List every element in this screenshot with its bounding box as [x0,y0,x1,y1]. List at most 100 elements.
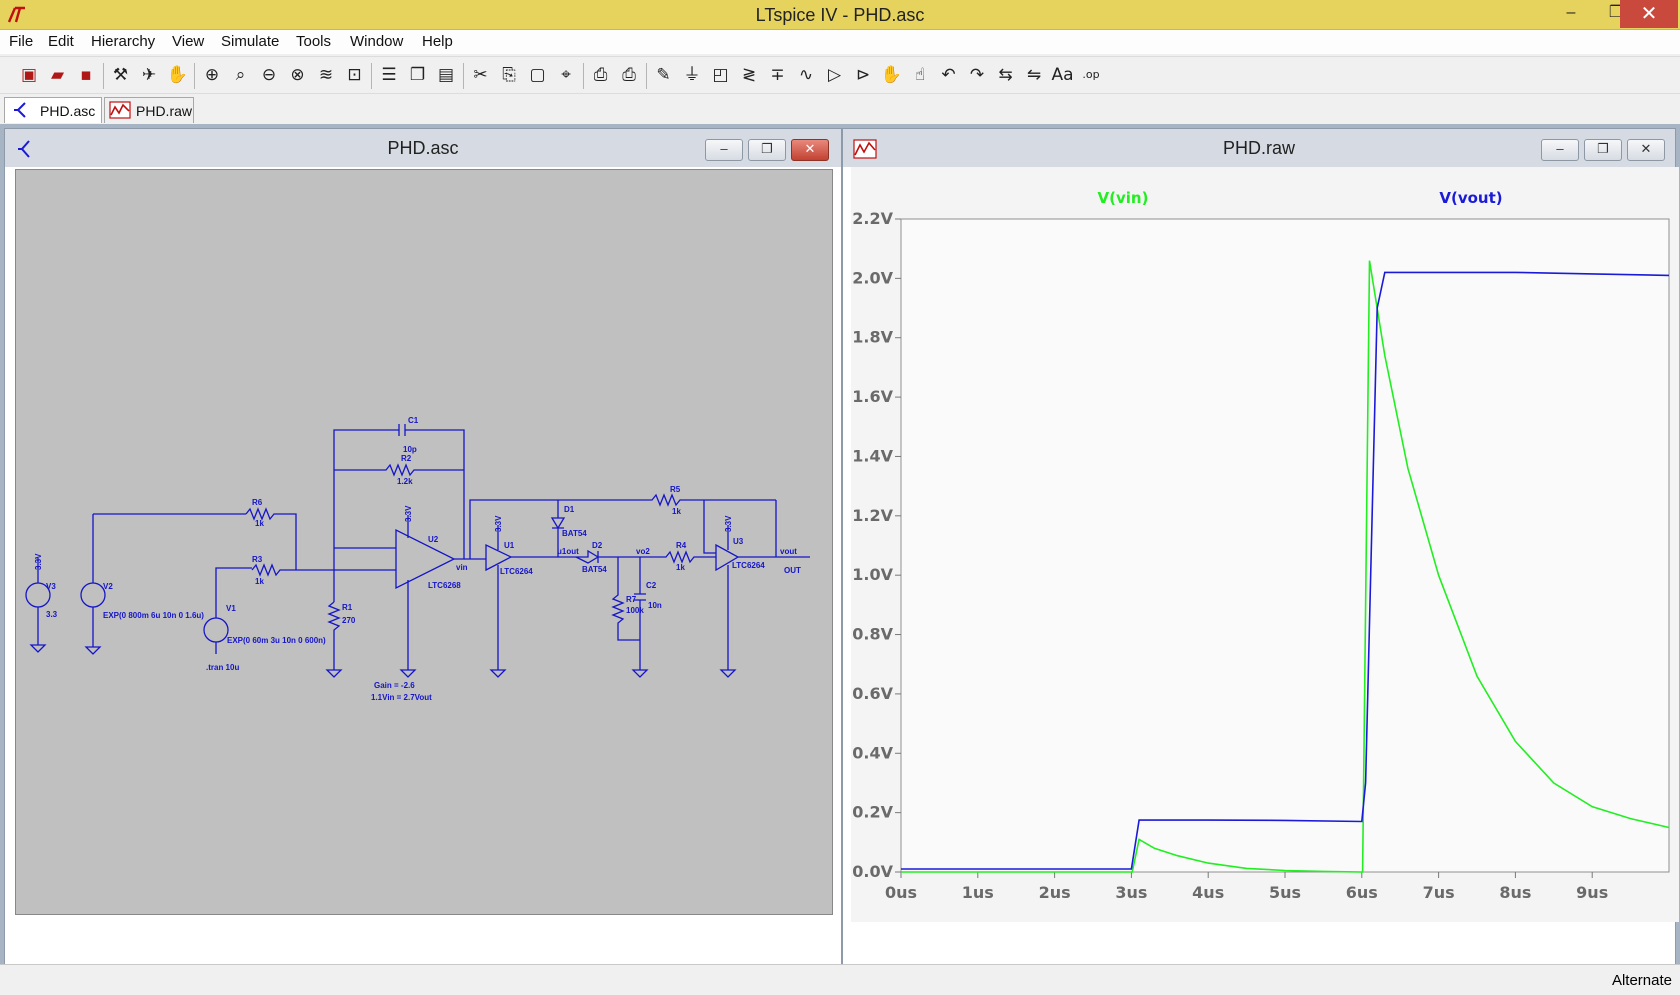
wire-icon[interactable]: ✎ [651,62,677,88]
tile-vertical-icon[interactable]: ▤ [433,62,459,88]
x-tick-label: 1us [962,883,994,902]
move-icon[interactable]: ✋ [879,62,905,88]
run-icon[interactable]: ✈ [136,62,162,88]
waveform-minimize-button[interactable]: – [1541,139,1579,161]
menu-tools[interactable]: Tools [296,33,331,50]
schematic-canvas[interactable]: C1 10p R2 1.2k R6 1k R3 1k R5 1k R1 270 … [15,169,833,915]
schematic-restore-button[interactable]: ❐ [748,139,786,161]
component-icon[interactable]: ⊳ [850,62,876,88]
waveform-chart[interactable]: 0.0V 0.2V 0.4V 0.6V 0.8V 1.0V 1.2V 1.4V 1.6V 1.8V… [851,167,1679,922]
tab-label: PHD.asc [40,103,96,119]
toolbar-separator [194,63,195,89]
spice-directive-icon[interactable]: .op [1078,62,1104,88]
minimize-window-button[interactable]: – [1550,0,1592,26]
label-v1: V1 [226,604,236,613]
menu-help[interactable]: Help [422,33,453,50]
tab-phd-raw[interactable]: PHD.raw [104,97,194,123]
label-v3: V3 [46,582,56,591]
wire[interactable] [454,548,465,560]
menu-file[interactable]: File [9,33,33,50]
copy-icon[interactable]: ⎘ [496,62,522,88]
rotate-icon[interactable]: ⇆ [993,62,1019,88]
plot-frame [900,218,1670,873]
label-d1-value: BAT54 [562,529,587,538]
text-icon[interactable]: Aa [1050,62,1076,88]
schematic-window-caption[interactable]: PHD.asc – ❐ ✕ [5,129,841,167]
close-window-button[interactable]: ✕ [1620,0,1678,28]
diode-d2[interactable] [575,549,639,564]
halt-icon[interactable]: ✋ [165,62,191,88]
undo-icon[interactable]: ↶ [936,62,962,88]
find-icon[interactable]: ⌖ [553,62,579,88]
schematic-close-button[interactable]: ✕ [791,139,829,161]
zoom-out-icon[interactable]: ⊖ [256,62,282,88]
label-r7-value: 100k [626,606,644,615]
open-icon[interactable]: ▰ [45,62,71,88]
redo-icon[interactable]: ↷ [964,62,990,88]
resistor-r2[interactable] [334,463,464,477]
mirror-icon[interactable]: ⇋ [1021,62,1047,88]
label-v3-value: 3.3 [46,610,58,619]
control-panel-icon[interactable]: ⚒ [108,62,134,88]
legend-vvout[interactable]: V(vout) [1439,189,1502,207]
label-net-icon[interactable]: ◰ [708,62,734,88]
net-label-u1out: u1out [557,547,579,556]
tile-horizontal-icon[interactable]: ☰ [376,62,402,88]
zoom-pan-icon[interactable]: ⌕ [228,62,254,88]
legend-vvin[interactable]: V(vin) [1098,189,1149,207]
tran-directive[interactable]: .tran 10u [206,663,239,672]
wire[interactable] [333,429,465,548]
resistor-r6[interactable] [245,507,278,521]
cascade-icon[interactable]: ❐ [405,62,431,88]
diode-icon[interactable]: ▷ [822,62,848,88]
ground-icon[interactable]: ⏚ [679,62,705,88]
ground-symbol [325,669,343,678]
net-label-vout: vout [780,547,797,556]
zoom-in-icon[interactable]: ⊕ [199,62,225,88]
print-setup-icon[interactable]: ⎙ [588,62,614,88]
cut-icon[interactable]: ✂ [468,62,494,88]
menu-edit[interactable]: Edit [48,33,74,50]
print-icon[interactable]: ⎙ [616,62,642,88]
capacitor-icon[interactable]: ∓ [765,62,791,88]
voltage-source-v2[interactable] [80,582,106,608]
waveform-window-caption[interactable]: PHD.raw – ❐ ✕ [843,129,1675,167]
window-title: LTspice IV - PHD.asc [755,5,925,25]
menu-bar: File Edit Hierarchy View Simulate Tools … [0,30,1680,54]
voltage-source-v1[interactable] [203,617,229,643]
opamp-u2[interactable] [395,528,456,590]
label-r5-value: 1k [672,507,681,516]
y-tick-label: 0.4V [852,743,893,762]
menu-hierarchy[interactable]: Hierarchy [91,33,155,50]
label-supply-u1: 3.3V [494,515,503,532]
resistor-icon[interactable]: ≷ [736,62,762,88]
schematic-drawing[interactable]: C1 10p R2 1.2k R6 1k R3 1k R5 1k R1 270 … [16,170,834,916]
schematic-minimize-button[interactable]: – [705,139,743,161]
capacitor-c1[interactable] [398,424,406,436]
resistor-r3[interactable] [251,563,296,577]
inductor-icon[interactable]: ∿ [793,62,819,88]
new-schematic-icon[interactable]: ▣ [16,62,42,88]
status-bar: Alternate [0,964,1680,995]
wire[interactable] [93,513,297,570]
label-u2: U2 [428,535,439,544]
resistor-r1[interactable] [327,601,341,670]
label-r2-value: 1.2k [397,477,413,486]
label-d2: D2 [592,541,603,550]
menu-view[interactable]: View [172,33,204,50]
paste-icon[interactable]: ▢ [525,62,551,88]
toolbar-separator [645,63,647,89]
y-tick-label: 0.8V [852,625,893,644]
waveform-plot-pane[interactable]: 0.0V 0.2V 0.4V 0.6V 0.8V 1.0V 1.2V 1.4V 1.6V 1.8V… [851,167,1679,922]
autorange-icon[interactable]: ≋ [313,62,339,88]
waveform-restore-button[interactable]: ❐ [1584,139,1622,161]
tab-phd-asc[interactable]: PHD.asc [4,97,102,123]
menu-simulate[interactable]: Simulate [221,33,279,50]
menu-window[interactable]: Window [350,33,403,50]
save-icon[interactable]: ▪ [73,62,99,88]
label-r1-value: 270 [342,616,356,625]
waveform-close-button[interactable]: ✕ [1627,139,1665,161]
drag-icon[interactable]: ☝ [907,62,933,88]
delete-axes-icon[interactable]: ⊡ [342,62,368,88]
zoom-fit-icon[interactable]: ⊗ [285,62,311,88]
